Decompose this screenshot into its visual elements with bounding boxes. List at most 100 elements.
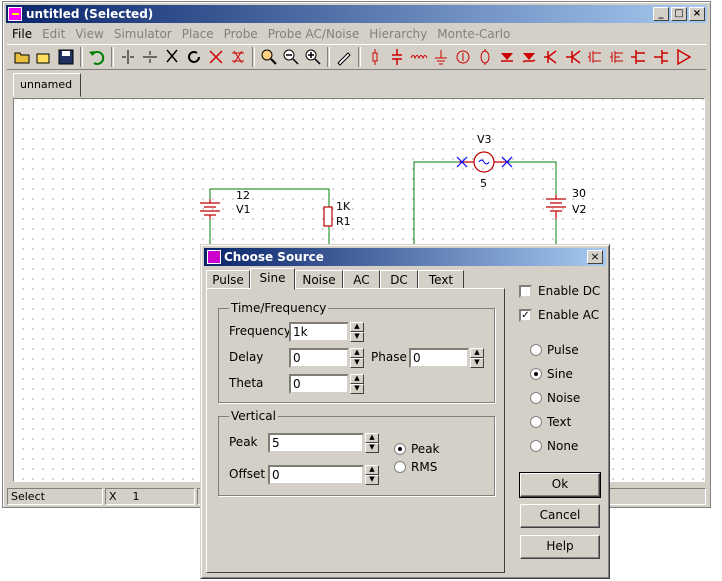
r1-label: R1 [336,215,351,228]
voltage-source-icon[interactable] [474,46,496,68]
pnp-transistor-icon[interactable] [562,46,584,68]
rotate-icon[interactable] [183,46,205,68]
ok-button[interactable]: Ok [519,472,601,498]
delete-node-icon[interactable] [227,46,249,68]
choose-source-dialog: Choose Source × Pulse Sine Noise AC DC T… [200,244,610,579]
theta-label: Theta [229,376,264,390]
v3-label: V3 [477,133,492,146]
phase-label: Phase [371,350,407,364]
tab-noise[interactable]: Noise [295,270,343,289]
theta-field[interactable]: 0 [289,374,349,394]
zoom-out-icon[interactable] [280,46,302,68]
v1-label: V1 [236,203,251,216]
dialog-close-button[interactable]: × [587,250,603,264]
title-bar: untitled (Selected) _ □ × [6,5,707,23]
tab-sine[interactable]: Sine [250,268,295,290]
menu-simulator[interactable]: Simulator [109,27,177,41]
menu-hierarchy[interactable]: Hierarchy [364,27,432,41]
tab-dc[interactable]: DC [380,270,418,289]
menu-monte-carlo[interactable]: Monte-Carlo [432,27,515,41]
npn-transistor-icon[interactable] [540,46,562,68]
v2-value: 30 [572,187,586,200]
capacitor-icon[interactable] [386,46,408,68]
delete-wire-icon[interactable] [205,46,227,68]
pencil-wire-icon[interactable] [333,46,355,68]
peak-spinner[interactable]: ▲ ▼ [365,433,379,453]
opamp-icon[interactable] [672,46,694,68]
ground-icon[interactable] [430,46,452,68]
cut-icon[interactable] [161,46,183,68]
theta-spinner[interactable]: ▲ ▼ [350,374,364,394]
v1-value: 12 [236,189,250,202]
open-folder-icon[interactable] [11,46,33,68]
delay-spinner[interactable]: ▲ ▼ [350,348,364,368]
inductor-icon[interactable] [408,46,430,68]
mirror-vertical-icon[interactable] [139,46,161,68]
close-button[interactable]: × [689,7,705,21]
menu-bar: File Edit View Simulator Place Probe Pro… [7,24,706,43]
dialog-app-icon [207,250,221,264]
source-radio-pulse[interactable]: Pulse [530,343,579,357]
save-icon[interactable] [55,46,77,68]
cancel-button[interactable]: Cancel [520,504,600,528]
delay-field[interactable]: 0 [289,348,349,368]
offset-field[interactable]: 0 [268,465,364,485]
pjfet-icon[interactable] [650,46,672,68]
current-source-icon[interactable] [452,46,474,68]
help-button[interactable]: Help [520,535,600,559]
menu-place[interactable]: Place [177,27,219,41]
source-radio-none[interactable]: None [530,439,578,453]
phase-spinner[interactable]: ▲ ▼ [470,348,484,368]
source-radio-sine[interactable]: Sine [530,367,573,381]
frequency-label: Frequency [229,324,291,338]
frequency-field[interactable]: 1k [289,322,349,342]
zener-diode-icon[interactable] [518,46,540,68]
r1-value: 1K [336,200,351,213]
source-radio-noise[interactable]: Noise [530,391,580,405]
sine-tab-panel: Time/Frequency Frequency 1k ▲ ▼ Delay 0 ▲… [206,288,505,573]
source-radio-text[interactable]: Text [530,415,571,429]
app-icon [8,7,22,21]
peak-label: Peak [229,435,258,449]
menu-edit[interactable]: Edit [37,27,70,41]
menu-file[interactable]: File [7,27,37,41]
menu-view[interactable]: View [70,27,108,41]
maximize-button[interactable]: □ [671,7,687,21]
diode-icon[interactable] [496,46,518,68]
enable-ac-checkbox[interactable]: ✓ Enable AC [519,308,599,322]
enable-dc-checkbox[interactable]: Enable DC [519,284,600,298]
tab-text[interactable]: Text [418,270,464,289]
radio-rms[interactable]: RMS [394,460,437,474]
zoom-fit-icon[interactable] [258,46,280,68]
peak-field[interactable]: 5 [268,433,364,453]
resistor-icon[interactable] [364,46,386,68]
v3-value: 5 [480,177,487,190]
time-frequency-group: Time/Frequency Frequency 1k ▲ ▼ Delay 0 ▲… [218,301,495,403]
minimize-button[interactable]: _ [653,7,669,21]
status-mode: Select [7,488,103,505]
frequency-spinner[interactable]: ▲ ▼ [350,322,364,342]
tab-ac[interactable]: AC [343,270,380,289]
window-title: untitled (Selected) [26,7,154,21]
offset-spinner[interactable]: ▲ ▼ [365,465,379,485]
undo-icon[interactable] [86,46,108,68]
status-x-value: 1 [132,490,140,503]
vertical-legend: Vertical [229,409,278,423]
nmos-icon[interactable] [584,46,606,68]
menu-probe[interactable]: Probe [219,27,263,41]
pmos-icon[interactable] [606,46,628,68]
phase-field[interactable]: 0 [409,348,469,368]
menu-probe-ac-noise[interactable]: Probe AC/Noise [263,27,365,41]
zoom-in-icon[interactable] [302,46,324,68]
dialog-title: Choose Source [224,250,324,264]
toolbar [7,44,706,70]
njfet-icon[interactable] [628,46,650,68]
tab-pulse[interactable]: Pulse [206,270,250,289]
radio-peak[interactable]: Peak [394,442,440,456]
mirror-horizontal-icon[interactable] [117,46,139,68]
document-tab[interactable]: unnamed [13,73,81,97]
vertical-group: Vertical Peak 5 ▲ ▼ Offset 0 ▲ ▼ Peak RMS [218,409,495,496]
time-frequency-legend: Time/Frequency [229,301,329,315]
new-folder-icon[interactable] [33,46,55,68]
offset-label: Offset [229,467,266,481]
